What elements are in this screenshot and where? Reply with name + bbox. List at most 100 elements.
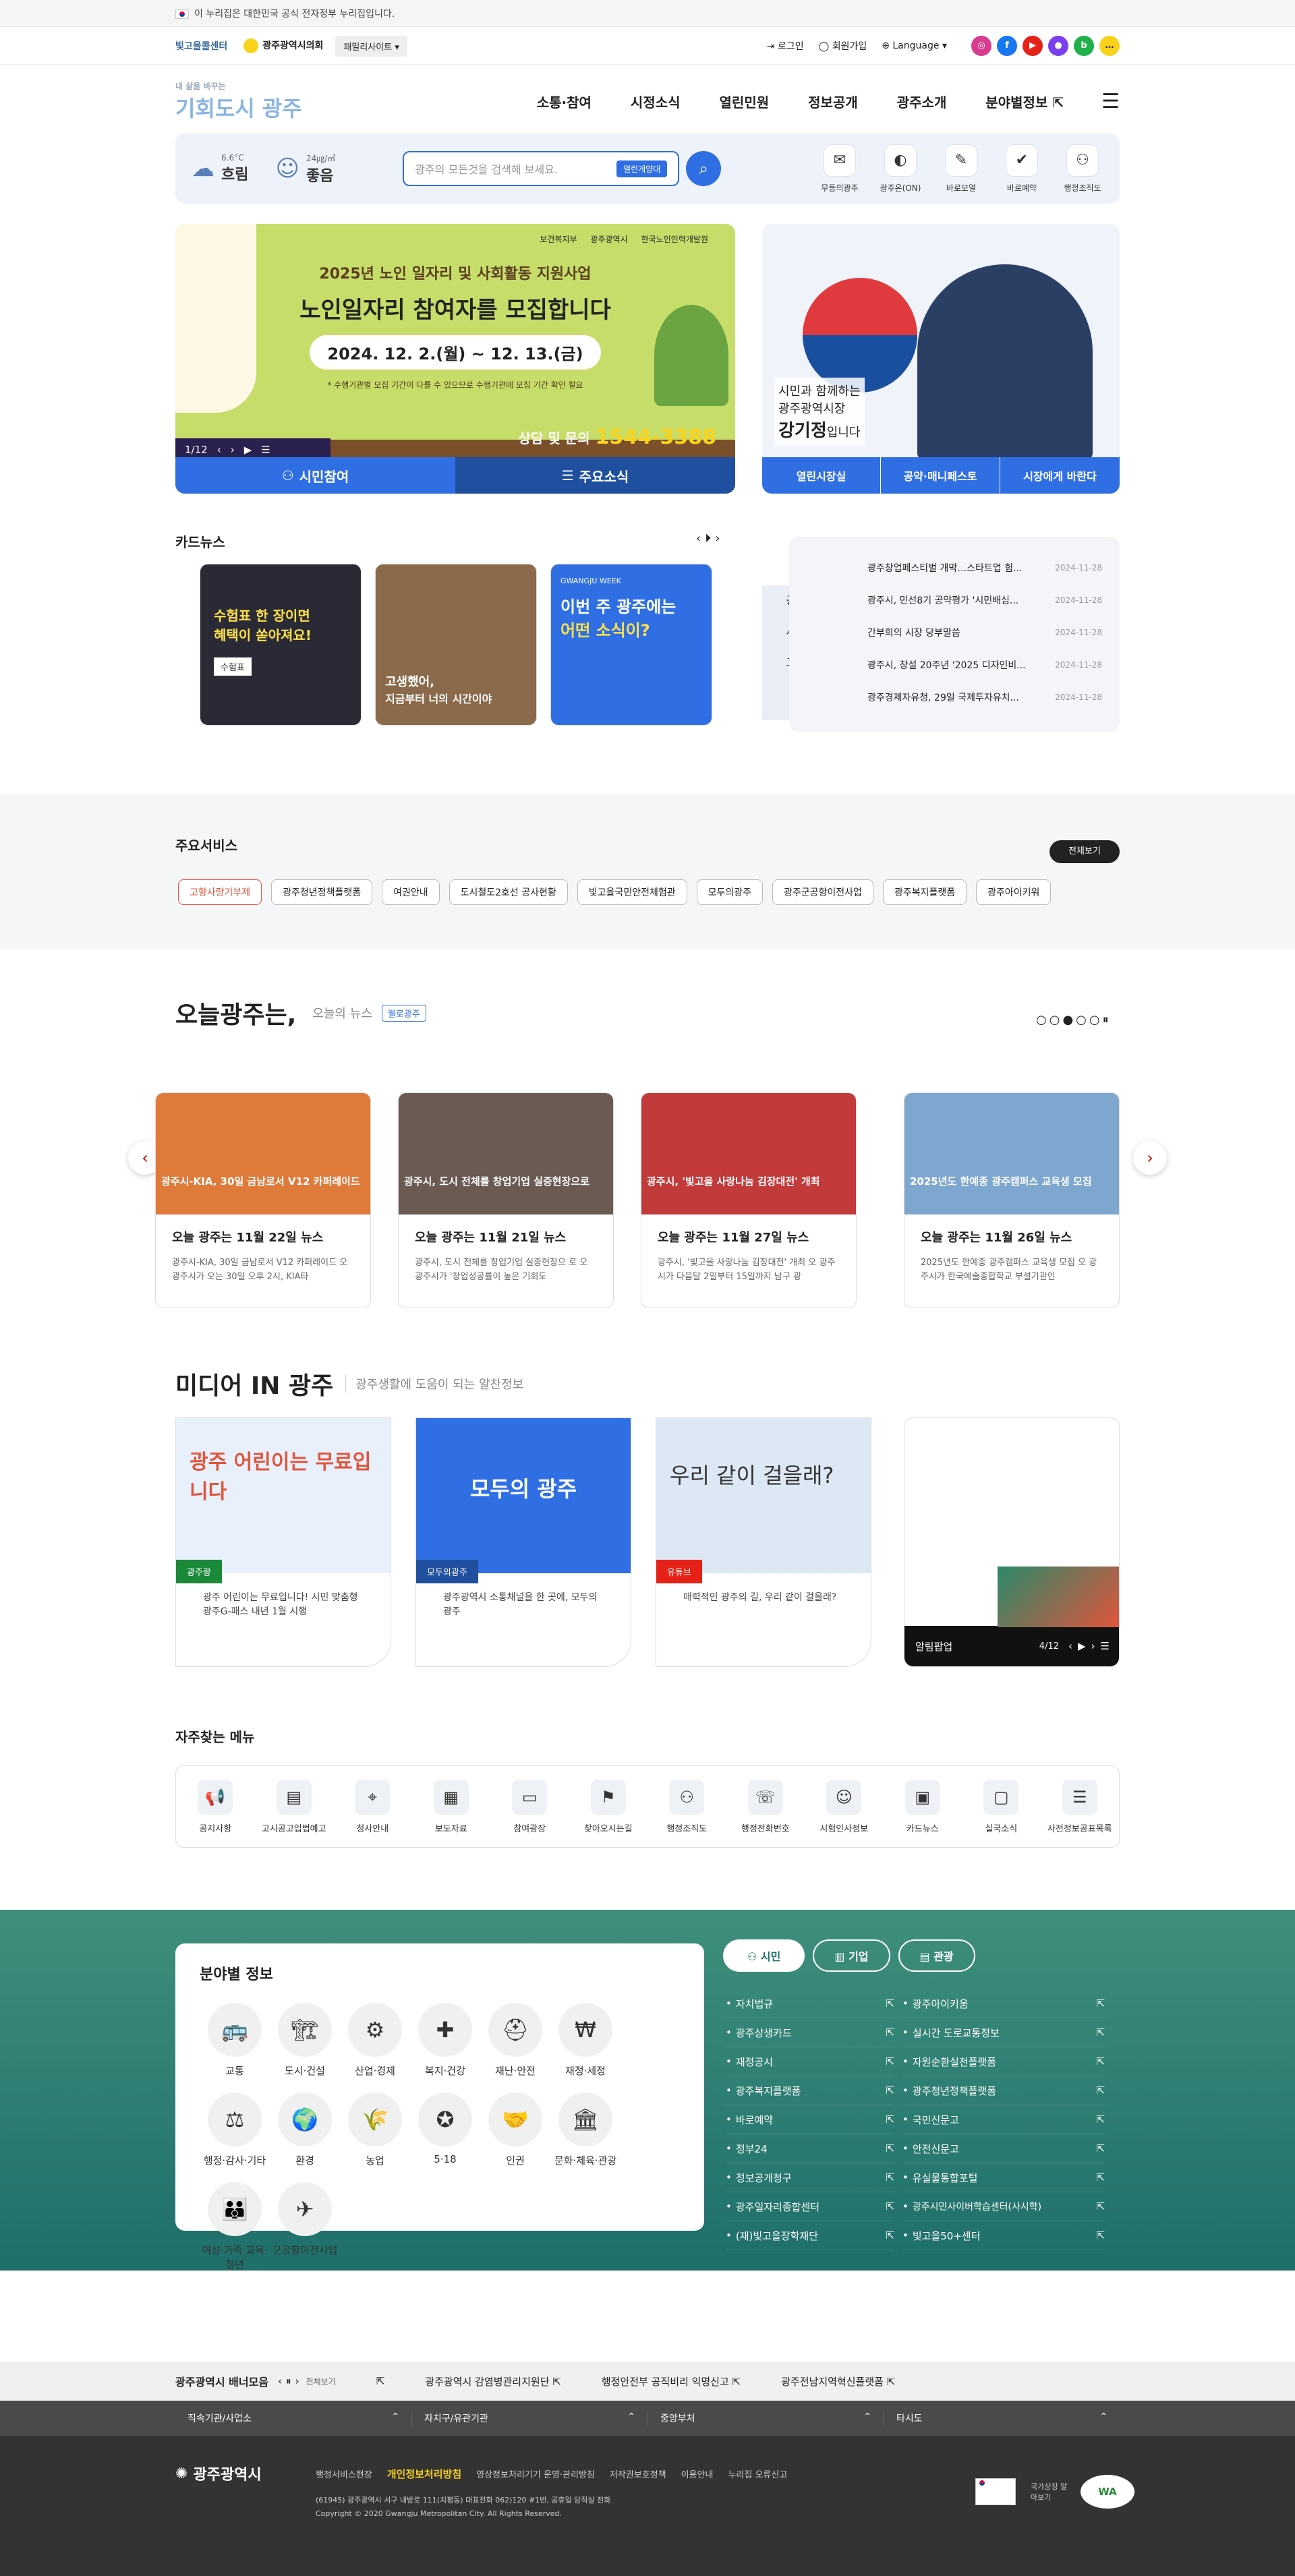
quick-baro[interactable]: ✎ 바로모얼 bbox=[940, 144, 982, 194]
footer-link[interactable]: 행정서비스현장 bbox=[316, 2467, 372, 2480]
today-card[interactable]: 광주시, '빛고을 사랑나눔 김장대전' 개최 오늘 광주는 11월 27일 뉴… bbox=[641, 1092, 857, 1308]
field-link[interactable]: • 자치법규 ⇱ bbox=[726, 1989, 894, 2018]
cat-environment[interactable]: 🌍 환경 bbox=[270, 2092, 340, 2167]
field-link[interactable]: • 유실물통합포털 ⇱ bbox=[902, 2163, 1105, 2192]
hamburger-menu-icon[interactable]: ☰ bbox=[1101, 90, 1120, 113]
gnb-city-news[interactable]: 시정소식 bbox=[631, 92, 681, 111]
quick-mudeung[interactable]: ✉ 무등의광주 bbox=[819, 144, 861, 194]
field-link[interactable]: • 바로예약 ⇱ bbox=[726, 2105, 894, 2134]
notice-item[interactable]: 광주창업페스티벌 개막…스타트업 힘... 2024-11-28 bbox=[867, 552, 1102, 584]
field-link[interactable]: • 광주아이키움 ⇱ bbox=[902, 1989, 1105, 2018]
site-logo[interactable]: 내 삶을 바꾸는 기회도시 광주 bbox=[175, 80, 302, 123]
cat-welfare[interactable]: ✚ 복지·건강 bbox=[410, 2003, 480, 2078]
search-tag[interactable]: 열린게양대 bbox=[616, 160, 668, 177]
tab-business[interactable]: ▥ 기업 bbox=[813, 1939, 890, 1972]
footer-link[interactable]: 누리집 오류신고 bbox=[728, 2467, 787, 2480]
field-link[interactable]: • 실시간 도로교통정보 ⇱ bbox=[902, 2018, 1105, 2047]
footer-select[interactable]: 타시도 ⌃ bbox=[884, 2411, 1120, 2425]
cat-agriculture[interactable]: 🌾 농업 bbox=[340, 2092, 410, 2167]
field-link[interactable]: • 국민신문고 ⇱ bbox=[902, 2105, 1105, 2134]
footer-link[interactable]: 저작권보호정책 bbox=[610, 2467, 666, 2480]
service-chip[interactable]: 광주아이키워 bbox=[976, 879, 1052, 905]
national-flag-icon[interactable] bbox=[975, 2478, 1016, 2505]
council-link[interactable]: 광주광역시의회 bbox=[243, 38, 323, 53]
gnb-communication[interactable]: 소통·참여 bbox=[537, 92, 592, 111]
kakao-icon[interactable]: … bbox=[1099, 36, 1120, 56]
podcast-icon[interactable]: ● bbox=[1048, 36, 1068, 56]
family-site-select[interactable]: 패밀리사이트 ▾ bbox=[335, 35, 407, 57]
prev-icon[interactable]: ‹ bbox=[696, 531, 701, 546]
field-link[interactable]: • 재정공시 ⇱ bbox=[726, 2047, 894, 2076]
popup-panel[interactable]: 알림팝업 4/12 ‹ ▶ › ☰ bbox=[904, 1417, 1120, 1667]
prev-icon[interactable]: ‹ bbox=[217, 444, 221, 456]
next-arrow-icon[interactable]: › bbox=[1133, 1141, 1167, 1175]
freq-directions[interactable]: ⚑ 찾아오시는길 bbox=[569, 1779, 648, 1834]
list-icon[interactable]: ☰ bbox=[1101, 1640, 1110, 1652]
field-link[interactable]: • 정부24 ⇱ bbox=[726, 2134, 894, 2163]
freq-dept-news[interactable]: ▢ 실국소식 bbox=[962, 1779, 1041, 1834]
login-link[interactable]: ⇥ 로그인 bbox=[767, 39, 804, 53]
cat-industry[interactable]: ⚙ 산업·경제 bbox=[340, 2003, 410, 2078]
pager-dot[interactable]: ● bbox=[1062, 1013, 1073, 1027]
today-card[interactable]: 광주시-KIA, 30일 금남로서 V12 카퍼레이드 오늘 광주는 11월 2… bbox=[155, 1092, 371, 1308]
cat-urban[interactable]: 🏗 도시·건설 bbox=[270, 2003, 340, 2078]
next-icon[interactable]: › bbox=[295, 2375, 299, 2387]
footer-select[interactable]: 직속기관/사업소 ⌃ bbox=[175, 2411, 411, 2425]
quick-gwangju-on[interactable]: ◐ 광주온(ON) bbox=[880, 144, 921, 194]
service-chip[interactable]: 도시철도2호선 공사현황 bbox=[449, 879, 568, 905]
youtube-icon[interactable]: ▶ bbox=[1023, 36, 1043, 56]
field-link[interactable]: • (재)빛고을장학재단 ⇱ bbox=[726, 2221, 894, 2250]
freq-building[interactable]: ⌖ 청사안내 bbox=[333, 1779, 412, 1834]
search-input[interactable]: 광주의 모든것을 검색해 보세요. 열린게양대 bbox=[403, 151, 680, 186]
main-news-tab[interactable]: ☰ 주요소식 bbox=[455, 457, 735, 494]
service-chip[interactable]: 광주군공항이전사업 bbox=[772, 879, 873, 905]
prev-icon[interactable]: ‹ bbox=[278, 2375, 282, 2387]
blog-icon[interactable]: b bbox=[1074, 36, 1094, 56]
cat-safety[interactable]: ⛑ 재난·안전 bbox=[480, 2003, 550, 2078]
field-link[interactable]: • 안전신문고 ⇱ bbox=[902, 2134, 1105, 2163]
field-link[interactable]: • 정보공개청구 ⇱ bbox=[726, 2163, 894, 2192]
field-link[interactable]: • 광주시민사이버학습센터(사시학) ⇱ bbox=[902, 2192, 1105, 2221]
pause-icon[interactable]: ⏸ bbox=[1103, 1013, 1109, 1027]
cat-admin[interactable]: ⚖ 행정·감사·기타 bbox=[200, 2092, 270, 2167]
gnb-civil-service[interactable]: 열린민원 bbox=[720, 92, 770, 111]
today-tag[interactable]: 웰로광주 bbox=[381, 1004, 426, 1022]
join-link[interactable]: ◯ 회원가입 bbox=[819, 39, 867, 53]
field-link[interactable]: • 광주일자리종합센터 ⇱ bbox=[726, 2192, 894, 2221]
instagram-icon[interactable]: ◎ bbox=[971, 36, 991, 56]
tab-tourism[interactable]: ▤ 관광 bbox=[898, 1939, 975, 1972]
freq-announce[interactable]: ▤ 고시공고입법예고 bbox=[255, 1779, 334, 1834]
today-card[interactable]: 광주시, 도시 전체를 창업기업 실증현장으로 오늘 광주는 11월 21일 뉴… bbox=[398, 1092, 614, 1308]
field-link[interactable]: • 광주복지플랫폼 ⇱ bbox=[726, 2076, 894, 2105]
cardnews-card-2[interactable]: 고생했어, 지금부터 너의 시간이야 bbox=[375, 564, 537, 726]
cat-traffic[interactable]: 🚌 교통 bbox=[200, 2003, 270, 2078]
pager-dot[interactable]: ○ bbox=[1089, 1013, 1100, 1027]
service-chip[interactable]: 광주청년정책플랫폼 bbox=[271, 879, 373, 905]
gnb-info-disclosure[interactable]: 정보공개 bbox=[808, 92, 858, 111]
main-banner[interactable]: 보건복지부 광주광역시 한국노인인력개발원 2025년 노인 일자리 및 사회활동 … bbox=[175, 224, 735, 494]
footer-banner-link[interactable]: 광주전남지역혁신플랫폼 ⇱ bbox=[781, 2374, 895, 2389]
footer-select[interactable]: 자치구/유관기관 ⌃ bbox=[411, 2411, 648, 2425]
gnb-field-info[interactable]: 분야별정보 ⇱ bbox=[985, 92, 1064, 111]
service-chip[interactable]: 여권안내 bbox=[382, 879, 440, 905]
freq-plaza[interactable]: ▭ 참여광장 bbox=[490, 1779, 569, 1834]
external-link-icon[interactable]: ⇱ bbox=[376, 2375, 385, 2387]
cat-family[interactable]: 👪 여성·가족 교육·청년 bbox=[200, 2182, 270, 2271]
freq-exam[interactable]: ☺ 시험인사정보 bbox=[805, 1779, 884, 1834]
facebook-icon[interactable]: f bbox=[997, 36, 1017, 56]
tab-citizen[interactable]: ⚇ 시민 bbox=[723, 1939, 805, 1972]
banner-all-link[interactable]: 전체보기 bbox=[306, 2376, 336, 2387]
manifesto-tab[interactable]: 공약·매니페스토 bbox=[881, 457, 1000, 494]
freq-phone[interactable]: ☏ 행정전화번호 bbox=[726, 1779, 805, 1834]
freq-org[interactable]: ⚇ 행정조직도 bbox=[648, 1779, 726, 1834]
cat-518[interactable]: ✪ 5·18 bbox=[410, 2092, 480, 2167]
quick-reservation[interactable]: ✔ 바로예약 bbox=[1001, 144, 1043, 194]
media-card[interactable]: 광주 어린이는 무료입니다 광주랑 광주 어린이는 무료입니다! 시민 맞춤형 … bbox=[175, 1417, 391, 1667]
field-link[interactable]: • 광주청년정책플랫폼 ⇱ bbox=[902, 2076, 1105, 2105]
ask-mayor-tab[interactable]: 시장에게 바란다 bbox=[1000, 457, 1120, 494]
play-icon[interactable]: ▶ bbox=[1078, 1640, 1086, 1652]
field-link[interactable]: • 빛고을50+센터 ⇱ bbox=[902, 2221, 1105, 2250]
freq-cardnews[interactable]: ▣ 카드뉴스 bbox=[884, 1779, 962, 1834]
play-icon[interactable]: ▶ bbox=[244, 444, 252, 456]
next-icon[interactable]: › bbox=[715, 531, 720, 546]
